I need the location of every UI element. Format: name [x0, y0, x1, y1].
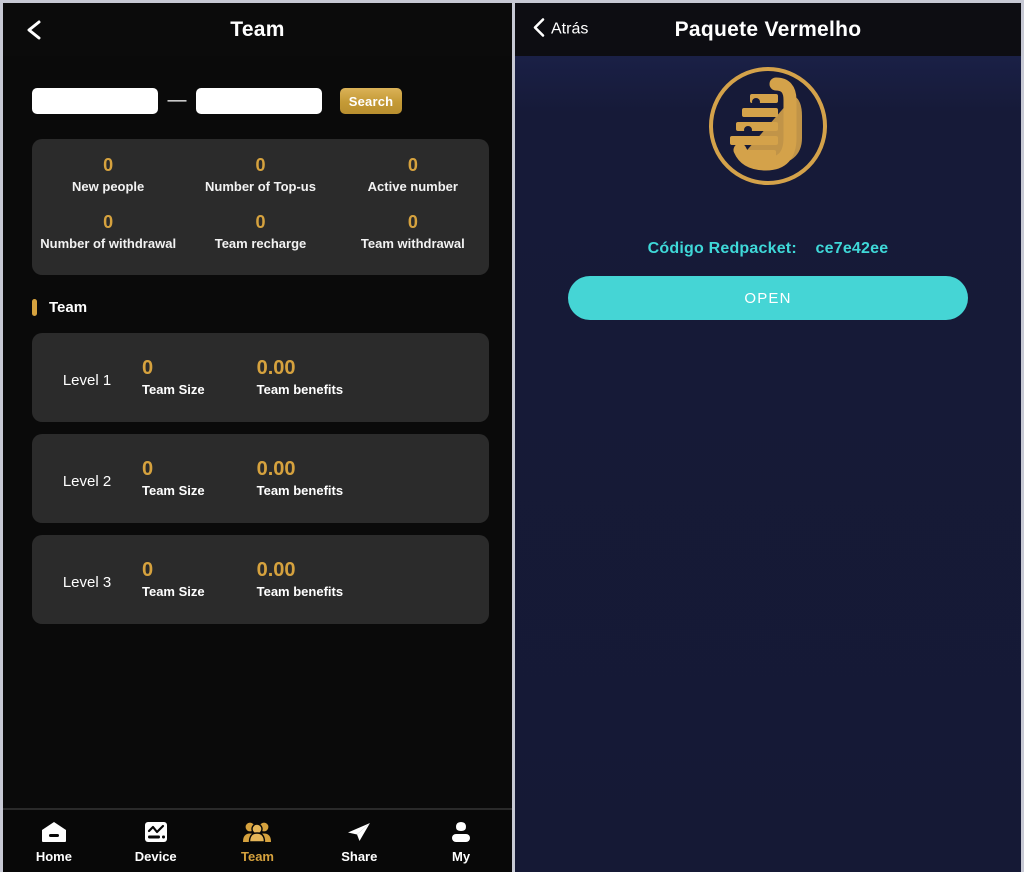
- page-title: Paquete Vermelho: [674, 17, 862, 41]
- team-size-value: 0: [142, 356, 154, 379]
- stat-label: Number of Top-us: [205, 179, 316, 194]
- redpacket-code-label: Código Redpacket:: [647, 240, 797, 257]
- stat-value: 0: [103, 212, 114, 232]
- nav-label: Home: [35, 848, 72, 864]
- back-button[interactable]: Atrás: [531, 16, 588, 43]
- team-size-label: Team Size: [142, 482, 205, 498]
- brand-logo: [515, 56, 1021, 193]
- team-benefits-value: 0.00: [256, 558, 296, 581]
- nav-label: Device: [134, 848, 177, 864]
- team-size-value: 0: [142, 457, 154, 480]
- nav-item-team[interactable]: Team: [207, 819, 309, 864]
- team-size-metric: 0 Team Size: [142, 458, 205, 500]
- back-button[interactable]: [21, 17, 47, 43]
- team-benefits-label: Team benefits: [256, 482, 344, 498]
- stat-label: New people: [72, 179, 145, 194]
- redpacket-panel: Atrás Paquete Vermelho Código Redpacket:…: [512, 0, 1024, 872]
- team-size-metric: 0 Team Size: [142, 559, 205, 601]
- redpacket-body: Código Redpacket: ce7e42ee OPEN: [515, 56, 1021, 872]
- redpacket-header: Atrás Paquete Vermelho: [515, 3, 1021, 56]
- stat-cell: 0 Number of withdrawal: [32, 210, 184, 253]
- nav-label: My: [452, 848, 471, 864]
- open-redpacket-button[interactable]: OPEN: [568, 276, 968, 320]
- stat-cell: 0 Team withdrawal: [337, 210, 489, 253]
- team-panel: Team — Search 0 New people 0 Number of T…: [0, 0, 512, 872]
- nav-item-share[interactable]: Share: [308, 819, 410, 864]
- search-row: — Search: [3, 56, 512, 114]
- stat-cell: 0 Team recharge: [184, 210, 336, 253]
- device-icon: [142, 819, 170, 845]
- stat-label: Number of withdrawal: [40, 236, 177, 251]
- team-benefits-metric: 0.00 Team benefits: [257, 357, 343, 399]
- team-level-list: Level 1 0 Team Size 0.00 Team benefits L…: [3, 333, 512, 624]
- stat-value: 0: [255, 155, 266, 175]
- team-benefits-value: 0.00: [256, 356, 296, 379]
- user-icon: [447, 819, 475, 845]
- stat-value: 0: [407, 155, 418, 175]
- range-separator: —: [167, 90, 187, 111]
- section-accent-bar: [32, 299, 37, 316]
- team-level-row[interactable]: Level 1 0 Team Size 0.00 Team benefits: [32, 333, 489, 422]
- nav-item-device[interactable]: Device: [105, 819, 207, 864]
- team-size-value: 0: [142, 558, 154, 581]
- home-icon: [40, 819, 68, 845]
- stat-value: 0: [255, 212, 266, 232]
- team-stats-grid: 0 New people 0 Number of Top-us 0 Active…: [32, 153, 489, 253]
- back-label: Atrás: [551, 20, 589, 38]
- page-title: Team: [230, 17, 285, 41]
- team-size-metric: 0 Team Size: [142, 357, 205, 399]
- level-name: Level 1: [62, 372, 112, 389]
- redpacket-code-value: ce7e42ee: [815, 240, 889, 257]
- share-icon: [345, 819, 373, 845]
- redpacket-code-row: Código Redpacket: ce7e42ee: [515, 240, 1021, 258]
- team-size-label: Team Size: [142, 381, 205, 397]
- nav-item-my[interactable]: My: [410, 819, 512, 864]
- search-input-start[interactable]: [32, 88, 158, 114]
- level-name: Level 2: [62, 473, 112, 490]
- team-benefits-metric: 0.00 Team benefits: [257, 458, 343, 500]
- team-size-label: Team Size: [142, 583, 205, 599]
- stat-cell: 0 New people: [32, 153, 184, 196]
- chevron-left-icon: [531, 16, 547, 43]
- nav-item-home[interactable]: Home: [3, 819, 105, 864]
- team-benefits-label: Team benefits: [256, 583, 344, 599]
- app-screenshot: Team — Search 0 New people 0 Number of T…: [0, 0, 1024, 872]
- team-icon: [242, 819, 272, 845]
- stat-cell: 0 Number of Top-us: [184, 153, 336, 196]
- team-benefits-value: 0.00: [256, 457, 296, 480]
- team-level-row[interactable]: Level 3 0 Team Size 0.00 Team benefits: [32, 535, 489, 624]
- level-name: Level 3: [62, 574, 112, 591]
- team-stats-card: 0 New people 0 Number of Top-us 0 Active…: [32, 139, 489, 275]
- chevron-left-icon: [24, 18, 44, 42]
- team-benefits-metric: 0.00 Team benefits: [257, 559, 343, 601]
- team-benefits-label: Team benefits: [256, 381, 344, 397]
- section-title-label: Team: [49, 299, 88, 316]
- stat-label: Active number: [367, 179, 458, 194]
- search-button[interactable]: Search: [340, 88, 402, 114]
- team-section-header: Team: [32, 299, 512, 316]
- stat-value: 0: [407, 212, 418, 232]
- nav-label: Share: [341, 848, 378, 864]
- stat-label: Team recharge: [214, 236, 307, 251]
- stat-value: 0: [103, 155, 114, 175]
- bottom-navigation: Home Device Team Share My: [3, 808, 512, 872]
- stat-cell: 0 Active number: [337, 153, 489, 196]
- search-input-end[interactable]: [196, 88, 322, 114]
- nav-label: Team: [240, 848, 274, 864]
- stat-label: Team withdrawal: [360, 236, 465, 251]
- team-header: Team: [3, 3, 512, 56]
- team-level-row[interactable]: Level 2 0 Team Size 0.00 Team benefits: [32, 434, 489, 523]
- brand-u-logo-icon: [706, 64, 830, 193]
